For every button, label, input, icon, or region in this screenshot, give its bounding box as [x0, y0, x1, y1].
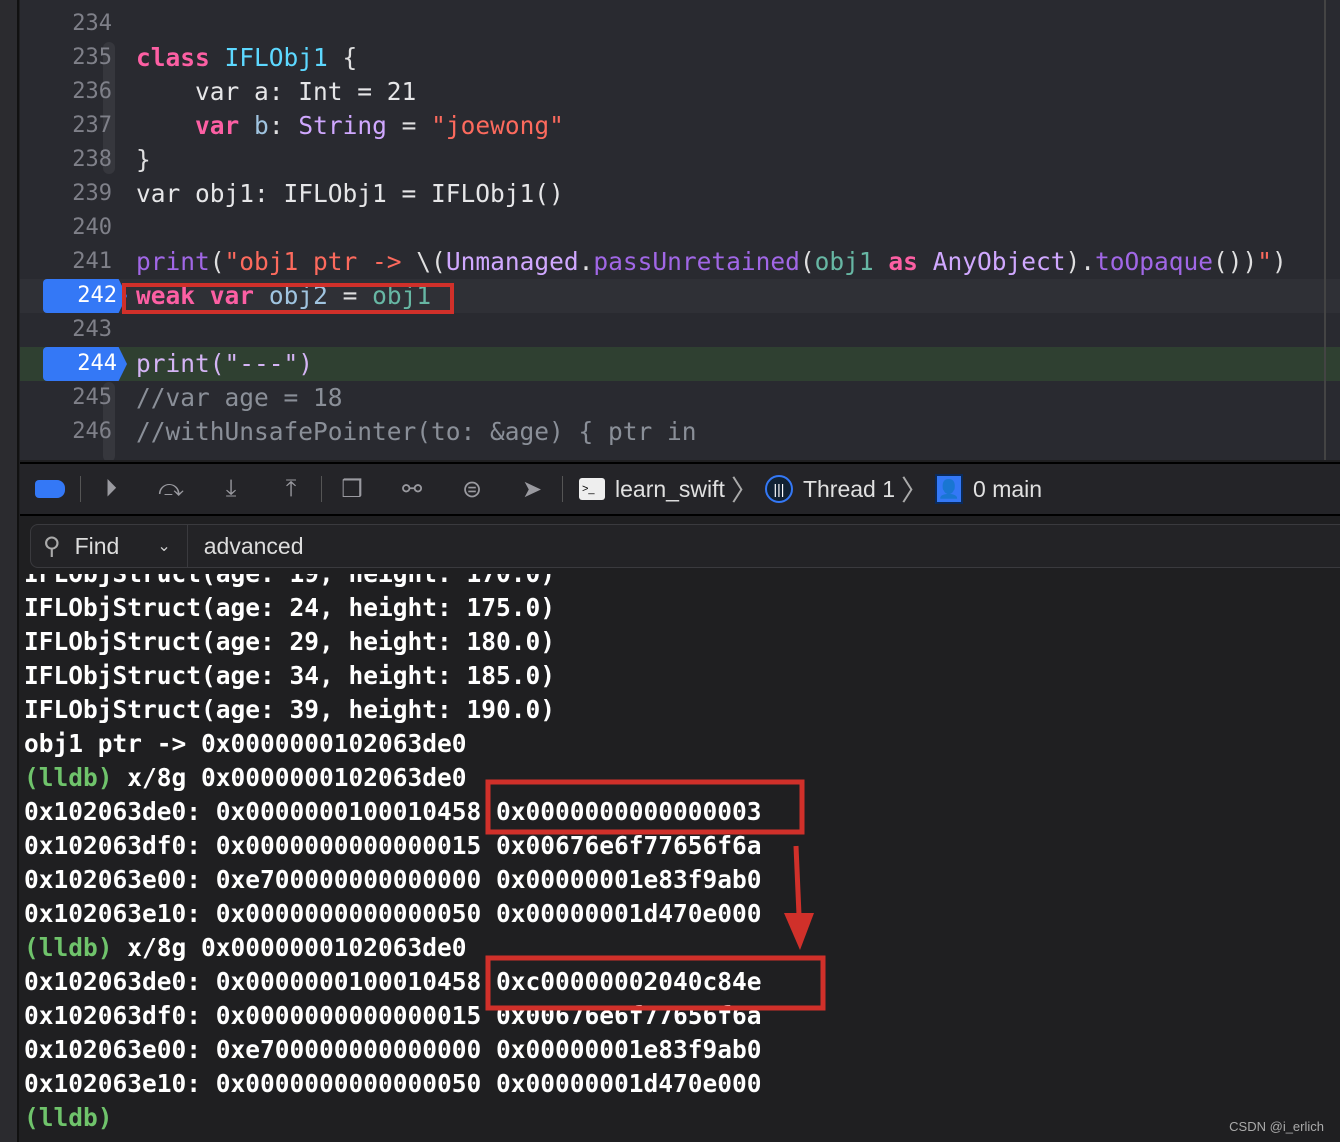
annotation-arrow-line: [793, 845, 802, 916]
annotation-box-after: [485, 955, 826, 1011]
annotation-box-weak-var: [122, 283, 454, 314]
annotations: [122, 283, 826, 1011]
annotation-box-before: [485, 779, 805, 835]
annotation-arrow-head: [784, 913, 814, 950]
